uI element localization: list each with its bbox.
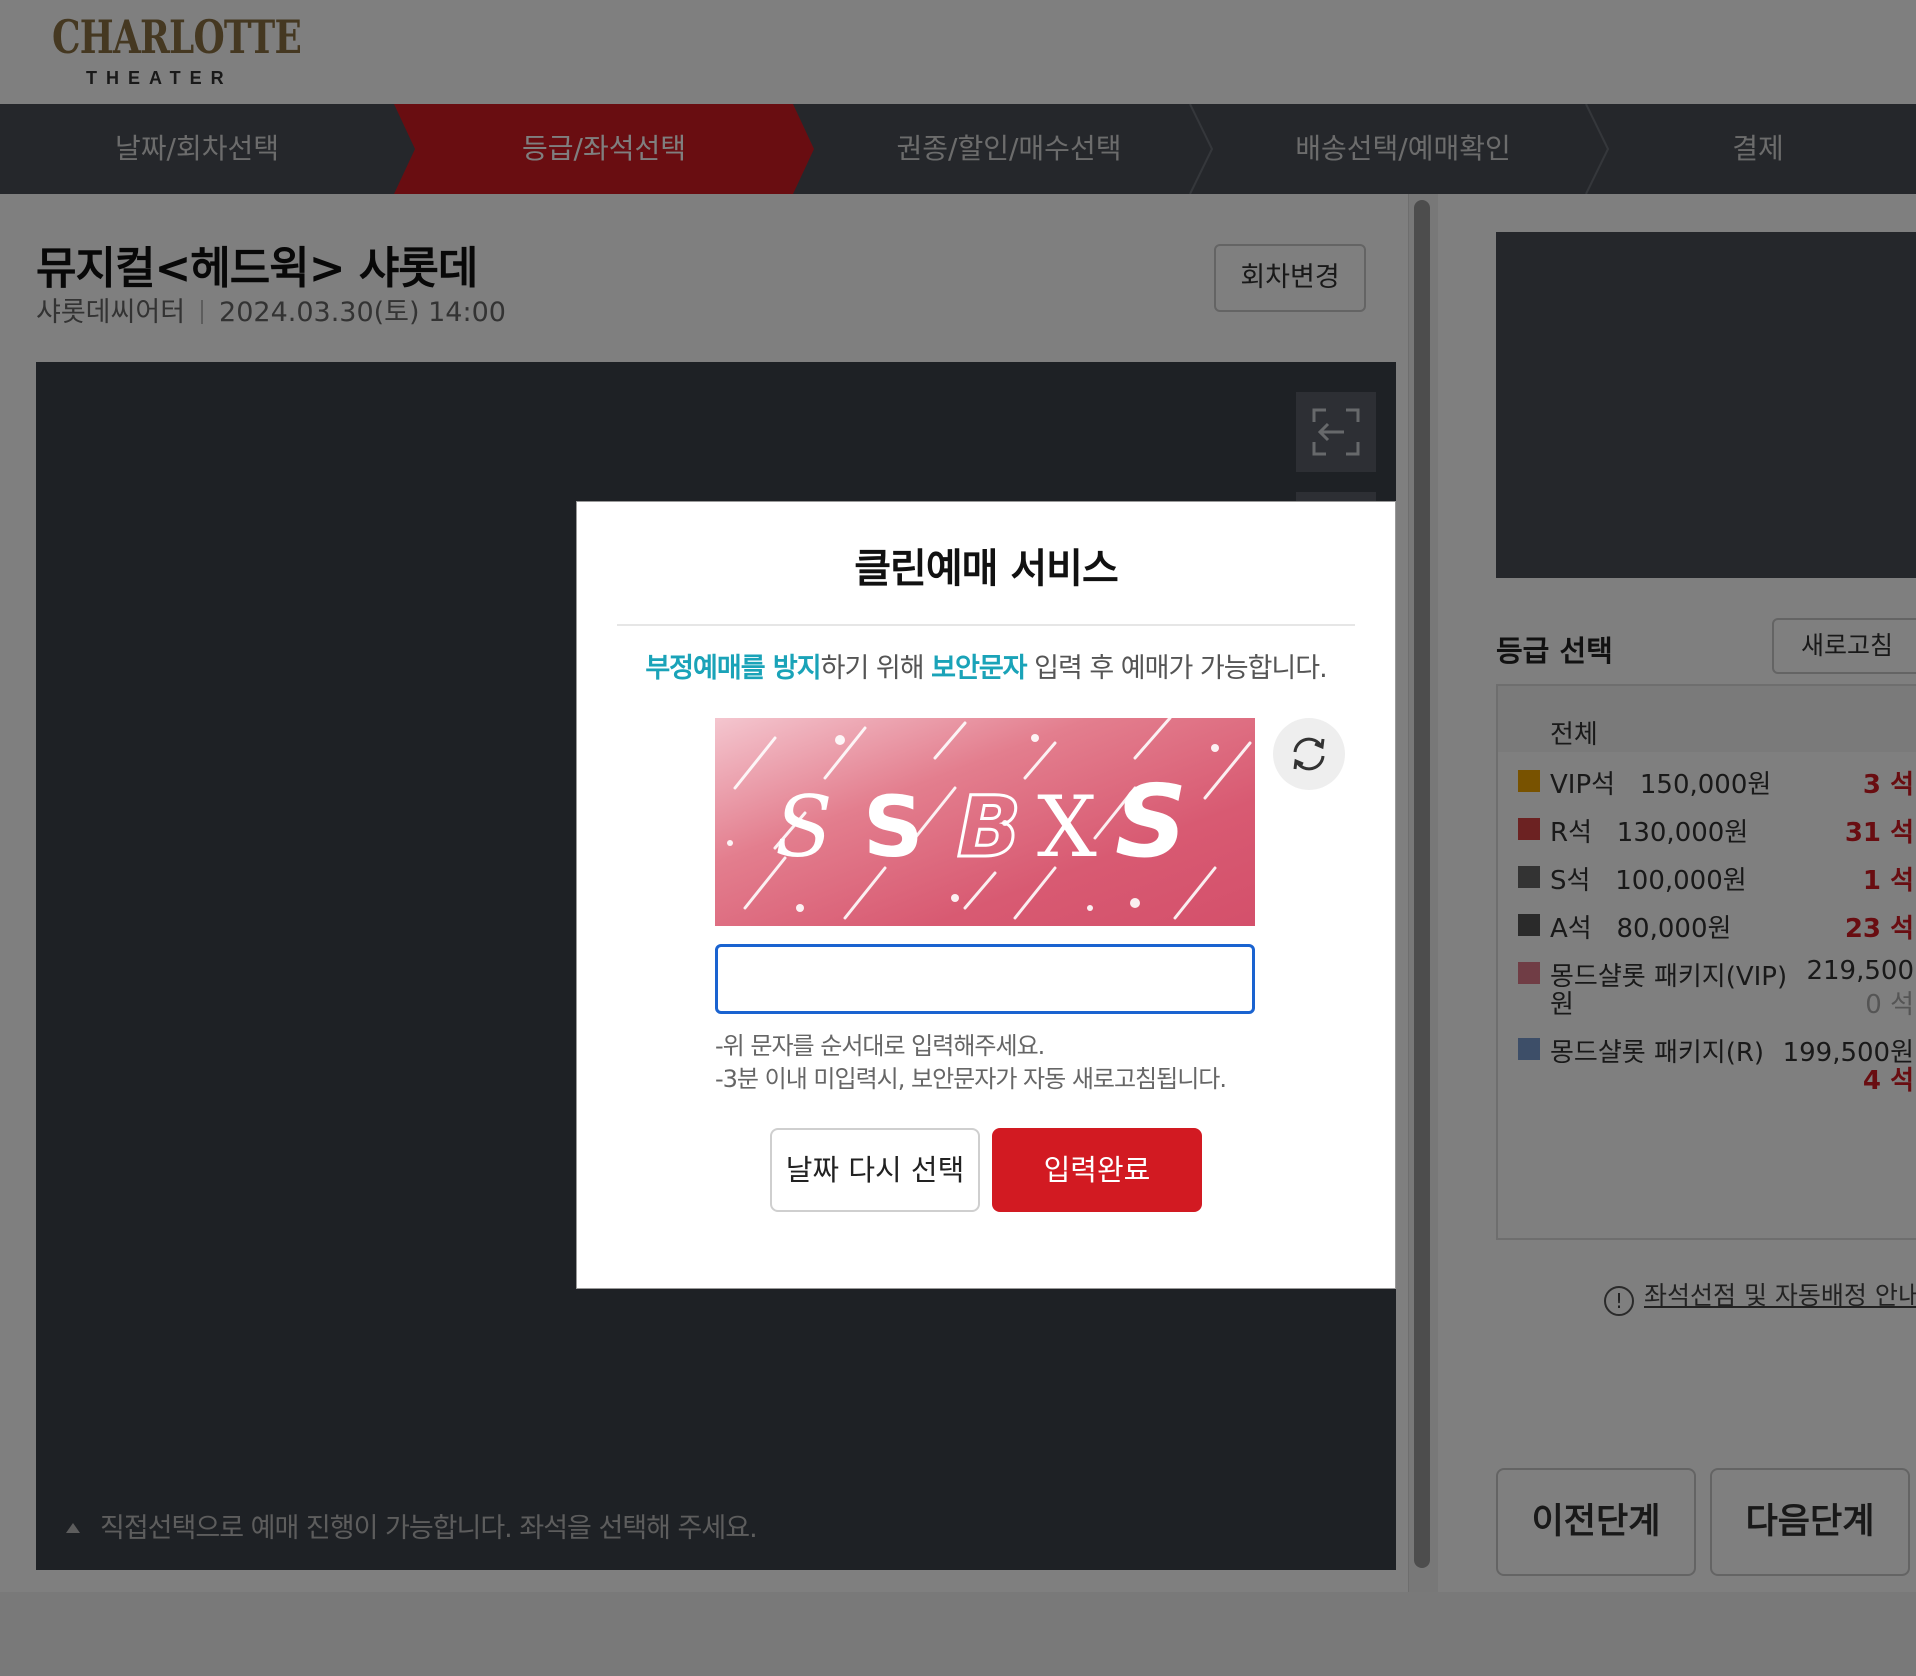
captcha-char: S (1115, 763, 1187, 880)
modal-description: 부정예매를 방지하기 위해 보안문자 입력 후 예매가 가능합니다. (645, 653, 1327, 684)
note-line: -3분 이내 미입력시, 보안문자가 자동 새로고침됩니다. (715, 1065, 1227, 1093)
refresh-icon (1293, 737, 1325, 771)
captcha-image: S S B X S (715, 718, 1255, 926)
captcha-notes: -위 문자를 순서대로 입력해주세요. -3분 이내 미입력시, 보안문자가 자… (715, 1030, 1227, 1096)
modal-title: 클린예매 서비스 (854, 546, 1119, 592)
captcha-graphic: S S B X S (715, 718, 1255, 926)
captcha-char: S (775, 778, 833, 876)
note-line: -위 문자를 순서대로 입력해주세요. (715, 1032, 1045, 1060)
reselect-date-button[interactable]: 날짜 다시 선택 (770, 1128, 980, 1212)
captcha-refresh-button[interactable] (1273, 718, 1345, 790)
divider (617, 624, 1355, 626)
captcha-input[interactable] (715, 944, 1255, 1014)
clean-booking-modal: 클린예매 서비스 부정예매를 방지하기 위해 보안문자 입력 후 예매가 가능합… (577, 502, 1395, 1288)
captcha-char: S (863, 778, 924, 876)
captcha-char: B (957, 778, 1021, 876)
submit-button[interactable]: 입력완료 (992, 1128, 1202, 1212)
captcha-char: X (1037, 778, 1097, 876)
